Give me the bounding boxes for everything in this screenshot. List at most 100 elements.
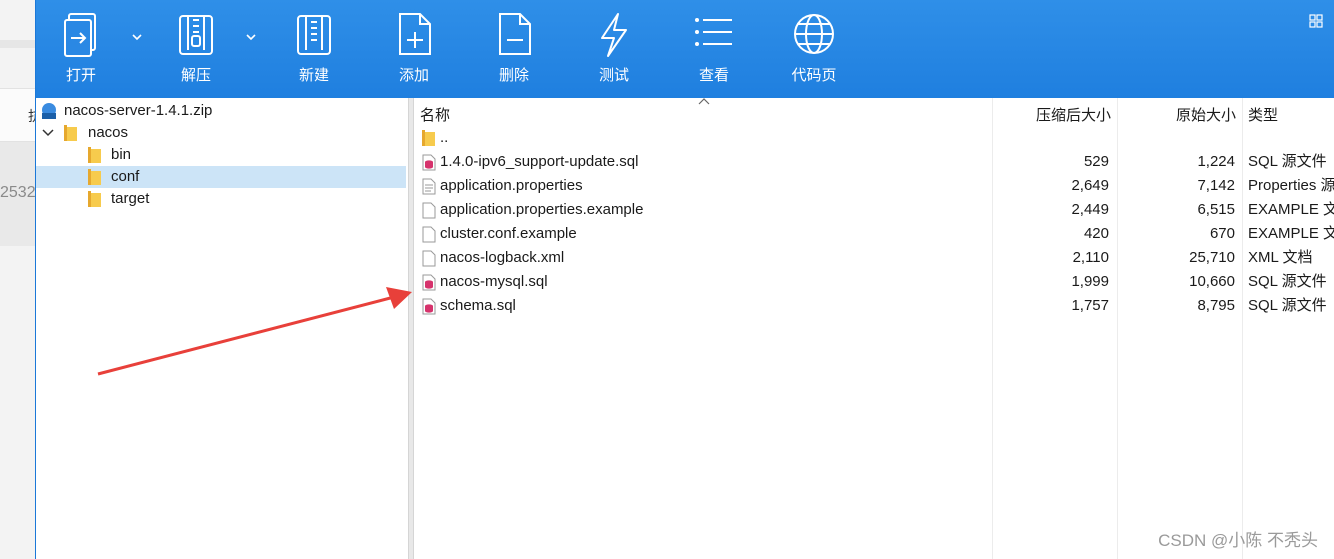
- compressed-size: 420: [1083, 225, 1109, 242]
- folder-tree: nacos-server-1.4.1.zip nacos bin conf ta…: [36, 98, 408, 559]
- background-window: 抗 2532: [0, 0, 42, 559]
- new-archive-icon: [297, 15, 331, 55]
- test-icon: [601, 13, 627, 57]
- table-row[interactable]: schema.sql 1,757 8,795 SQL 源文件: [414, 294, 1334, 318]
- list-header: 名称 压缩后大小 原始大小 类型: [414, 98, 1334, 128]
- tree-item-label: nacos-server-1.4.1.zip: [64, 102, 213, 119]
- view-list-icon: [695, 18, 732, 46]
- compressed-size: 1,999: [1071, 273, 1109, 290]
- file-name: application.properties: [440, 177, 583, 194]
- compressed-size: 529: [1083, 153, 1109, 170]
- folder-icon: [64, 125, 77, 141]
- file-name: application.properties.example: [440, 201, 644, 218]
- background-band: [0, 40, 36, 48]
- list-item-parent[interactable]: ..: [414, 126, 1334, 150]
- column-header-name[interactable]: 名称: [420, 104, 450, 125]
- window-menu-icon[interactable]: [1309, 14, 1323, 28]
- add-button[interactable]: 添加: [379, 10, 449, 94]
- file-name: schema.sql: [440, 297, 516, 314]
- original-size: 8,795: [1197, 297, 1235, 314]
- table-row[interactable]: nacos-mysql.sql 1,999 10,660 SQL 源文件: [414, 270, 1334, 294]
- folder-icon: [88, 191, 101, 207]
- tree-item-bin[interactable]: bin: [36, 144, 406, 166]
- expand-chevron-icon[interactable]: [42, 128, 54, 138]
- view-label: 查看: [698, 67, 729, 84]
- column-header-compressed-size[interactable]: 压缩后大小: [1036, 104, 1111, 125]
- delete-label: 删除: [498, 67, 529, 84]
- original-size: 7,142: [1197, 177, 1235, 194]
- original-size: 10,660: [1189, 273, 1235, 290]
- original-size: 6,515: [1197, 201, 1235, 218]
- file-type: SQL 源文件: [1248, 273, 1327, 290]
- compressed-size: 1,757: [1071, 297, 1109, 314]
- table-row[interactable]: application.properties 2,649 7,142 Prope…: [414, 174, 1334, 198]
- tree-item-conf[interactable]: conf: [36, 166, 406, 188]
- blank-file-icon: [422, 250, 436, 267]
- codepage-globe-icon: [794, 14, 834, 54]
- open-button[interactable]: 打开: [46, 10, 116, 94]
- table-row[interactable]: application.properties.example 2,449 6,5…: [414, 198, 1334, 222]
- file-list: 名称 压缩后大小 原始大小 类型 .. 1.4.0-ipv6_support-u…: [414, 98, 1334, 559]
- extract-label: 解压: [180, 67, 211, 84]
- codepage-button[interactable]: 代码页: [779, 10, 849, 94]
- sort-up-chevron-icon: [698, 98, 710, 105]
- compressed-size: 2,110: [1072, 249, 1109, 266]
- new-archive-label: 新建: [298, 67, 329, 84]
- tree-item-label: nacos: [88, 124, 129, 141]
- screen: 抗 2532 打开 解压: [0, 0, 1334, 559]
- sql-file-icon: [422, 154, 436, 171]
- add-label: 添加: [398, 67, 429, 84]
- file-type: XML 文档: [1248, 249, 1313, 266]
- codepage-label: 代码页: [791, 67, 837, 84]
- folder-icon: [88, 169, 101, 185]
- add-file-icon: [399, 13, 431, 55]
- sql-file-icon: [422, 274, 436, 291]
- blank-file-icon: [422, 226, 436, 243]
- watermark: CSDN @小陈 不秃头: [1158, 531, 1318, 550]
- folder-icon: [422, 130, 435, 146]
- file-type: Properties 源: [1248, 177, 1334, 194]
- test-label: 测试: [598, 67, 629, 84]
- open-icon: [64, 13, 96, 57]
- file-name: nacos-mysql.sql: [440, 273, 548, 290]
- original-size: 1,224: [1197, 153, 1235, 170]
- tree-item-label: target: [111, 190, 150, 207]
- open-label: 打开: [65, 67, 96, 84]
- table-row[interactable]: cluster.conf.example 420 670 EXAMPLE 文: [414, 222, 1334, 246]
- tree-item-target[interactable]: target: [36, 188, 406, 210]
- new-archive-button[interactable]: 新建: [279, 10, 349, 94]
- file-name: ..: [440, 129, 449, 146]
- tree-item-archive[interactable]: nacos-server-1.4.1.zip: [36, 100, 406, 122]
- archive-window: 打开 解压 新建 添加 删除 测试 查看 代码页 nacos-server-1.…: [35, 0, 1334, 559]
- tree-item-label: conf: [111, 168, 140, 185]
- compressed-size: 2,649: [1071, 177, 1109, 194]
- file-type: EXAMPLE 文: [1248, 225, 1334, 242]
- tree-item-label: bin: [111, 146, 132, 163]
- file-name: nacos-logback.xml: [440, 249, 565, 266]
- background-number: 2532: [0, 184, 36, 201]
- original-size: 25,710: [1189, 249, 1235, 266]
- view-button[interactable]: 查看: [679, 10, 749, 94]
- column-header-type[interactable]: 类型: [1248, 104, 1278, 125]
- file-type: EXAMPLE 文: [1248, 201, 1334, 218]
- file-name: 1.4.0-ipv6_support-update.sql: [440, 153, 639, 170]
- table-row[interactable]: nacos-logback.xml 2,110 25,710 XML 文档: [414, 246, 1334, 270]
- text-file-icon: [422, 178, 436, 195]
- open-dropdown-chevron-icon[interactable]: [130, 30, 144, 44]
- extract-dropdown-chevron-icon[interactable]: [244, 30, 258, 44]
- compressed-size: 2,449: [1071, 201, 1109, 218]
- toolbar: 打开 解压 新建 添加 删除 测试 查看 代码页: [36, 0, 1334, 98]
- extract-icon: [179, 15, 213, 55]
- sql-file-icon: [422, 298, 436, 315]
- extract-button[interactable]: 解压: [161, 10, 231, 94]
- file-type: SQL 源文件: [1248, 297, 1327, 314]
- delete-button[interactable]: 删除: [479, 10, 549, 94]
- file-type: SQL 源文件: [1248, 153, 1327, 170]
- column-header-original-size[interactable]: 原始大小: [1176, 104, 1236, 125]
- delete-file-icon: [499, 13, 531, 55]
- tree-item-nacos[interactable]: nacos: [36, 122, 406, 144]
- test-button[interactable]: 测试: [579, 10, 649, 94]
- table-row[interactable]: 1.4.0-ipv6_support-update.sql 529 1,224 …: [414, 150, 1334, 174]
- file-name: cluster.conf.example: [440, 225, 577, 242]
- original-size: 670: [1209, 225, 1235, 242]
